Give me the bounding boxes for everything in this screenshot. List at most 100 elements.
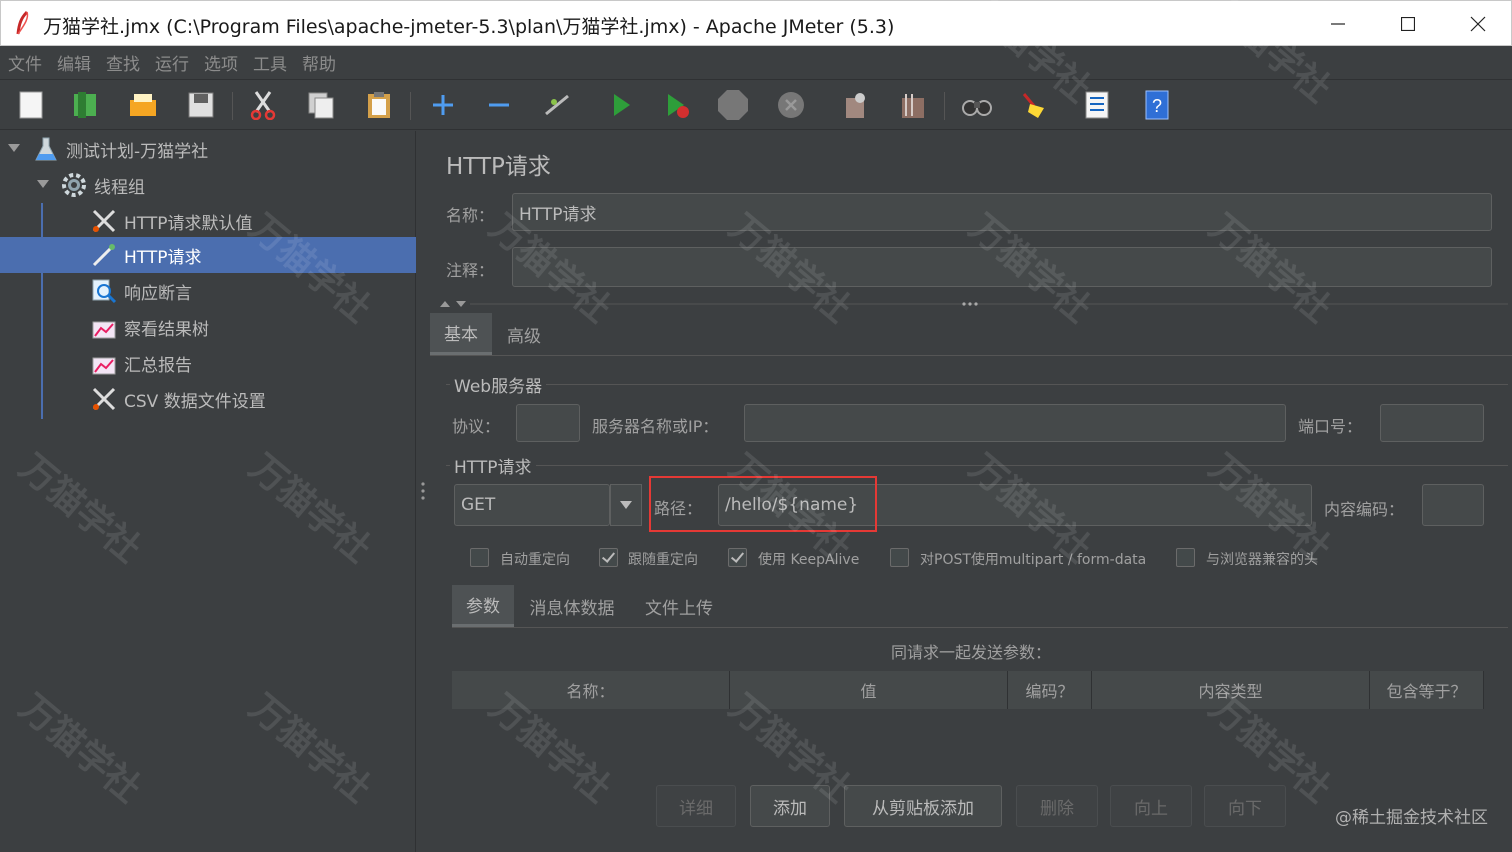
method-dropdown-button[interactable] — [610, 484, 642, 526]
menu-tools[interactable]: 工具 — [253, 50, 287, 75]
tree-item-summary-report[interactable]: 汇总报告 — [0, 345, 416, 381]
column-header-include-equals[interactable]: 包含等于？ — [1370, 671, 1484, 709]
title-bar: 万猫学社.jmx (C:\Program Files\apache-jmeter… — [0, 0, 1512, 46]
name-field[interactable]: HTTP请求 — [512, 193, 1492, 231]
start-no-pause-button[interactable] — [660, 88, 694, 122]
follow-redirect-checkbox[interactable] — [599, 548, 618, 567]
browser-headers-label: 与浏览器兼容的头 — [1206, 552, 1318, 568]
tree-item-csv-data-set[interactable]: CSV 数据文件设置 — [0, 381, 416, 417]
encoding-field[interactable] — [1422, 484, 1484, 526]
tab-body-data[interactable]: 消息体数据 — [520, 585, 624, 627]
minimize-button[interactable] — [1303, 1, 1373, 47]
tools-icon — [90, 207, 118, 235]
menu-help[interactable]: 帮助 — [302, 50, 336, 75]
chevron-down-icon — [620, 501, 632, 509]
tab-files-upload[interactable]: 文件上传 — [634, 585, 724, 627]
add-button[interactable]: 添加 — [750, 785, 830, 827]
port-field[interactable] — [1380, 404, 1484, 442]
new-icon — [19, 91, 43, 119]
reset-search-button[interactable] — [1016, 88, 1050, 122]
maximize-button[interactable] — [1373, 1, 1443, 47]
paste-icon — [368, 92, 390, 118]
menu-run[interactable]: 运行 — [155, 50, 189, 75]
tree-item-test-plan[interactable]: 测试计划-万猫学社 — [0, 131, 416, 167]
column-header-value[interactable]: 值 — [730, 671, 1008, 709]
close-button[interactable] — [1443, 1, 1512, 47]
keepalive-label: 使用 KeepAlive — [758, 552, 860, 568]
menu-edit[interactable]: 编辑 — [57, 50, 91, 75]
protocol-field[interactable] — [516, 404, 580, 442]
expand-button[interactable] — [426, 88, 460, 122]
comment-label: 注释： — [446, 261, 495, 280]
keepalive-checkbox[interactable] — [728, 548, 747, 567]
protocol-label: 协议： — [452, 417, 501, 436]
detail-button[interactable]: 详细 — [656, 785, 736, 827]
path-highlight-box — [649, 476, 877, 532]
flask-icon — [32, 135, 60, 163]
templates-button[interactable] — [68, 88, 102, 122]
tab-basic[interactable]: 基本 — [430, 313, 492, 355]
menu-file[interactable]: 文件 — [8, 50, 42, 75]
templates-icon — [74, 92, 96, 118]
move-up-button[interactable]: 向上 — [1110, 785, 1192, 827]
params-caption: 同请求一起发送参数： — [890, 643, 1051, 662]
web-server-group-title: Web服务器 — [450, 372, 547, 397]
function-helper-button[interactable] — [1080, 88, 1114, 122]
tab-advanced[interactable]: 高级 — [492, 313, 556, 355]
multipart-checkbox[interactable] — [890, 548, 909, 567]
credit-text: @稀土掘金技术社区 — [1335, 808, 1488, 828]
tree-item-http-request[interactable]: HTTP请求 — [0, 237, 416, 273]
tree-item-thread-group[interactable]: 线程组 — [0, 167, 416, 203]
column-header-name[interactable]: 名称： — [452, 671, 730, 709]
method-select[interactable]: GET — [454, 484, 610, 526]
help-button[interactable]: ? — [1140, 88, 1174, 122]
column-header-content-type[interactable]: 内容类型 — [1092, 671, 1370, 709]
tab-parameters[interactable]: 参数 — [452, 585, 514, 627]
menu-options[interactable]: 选项 — [204, 50, 238, 75]
menu-search[interactable]: 查找 — [106, 50, 140, 75]
clear-all-button[interactable] — [896, 88, 930, 122]
toggle-icon — [545, 94, 569, 116]
collapse-button[interactable] — [482, 88, 516, 122]
copy-icon — [308, 92, 334, 119]
page-title: HTTP请求 — [446, 154, 551, 180]
server-field[interactable] — [744, 404, 1286, 442]
toolbar: ? — [0, 80, 1512, 130]
splitter[interactable] — [416, 131, 430, 852]
minus-icon — [489, 103, 509, 107]
splitter-grip-icon — [421, 482, 425, 500]
tree-item-http-defaults[interactable]: HTTP请求默认值 — [0, 203, 416, 239]
add-from-clipboard-button[interactable]: 从剪贴板添加 — [844, 785, 1002, 827]
collapse-divider[interactable] — [438, 297, 1508, 311]
pipette-icon — [90, 241, 118, 269]
open-icon — [130, 94, 156, 116]
search-button[interactable] — [960, 88, 994, 122]
tree-item-response-assertion[interactable]: 响应断言 — [0, 273, 416, 309]
move-down-button[interactable]: 向下 — [1204, 785, 1286, 827]
toggle-button[interactable] — [540, 88, 574, 122]
delete-button[interactable]: 删除 — [1016, 785, 1098, 827]
shutdown-button[interactable] — [774, 88, 808, 122]
server-label: 服务器名称或IP： — [592, 417, 719, 436]
start-button[interactable] — [604, 88, 638, 122]
open-button[interactable] — [126, 88, 160, 122]
tree-item-view-results-tree[interactable]: 察看结果树 — [0, 309, 416, 345]
auto-redirect-checkbox[interactable] — [470, 548, 489, 567]
clear-button[interactable] — [838, 88, 872, 122]
new-button[interactable] — [14, 88, 48, 122]
close-icon — [1470, 16, 1486, 32]
copy-button[interactable] — [304, 88, 338, 122]
comment-field[interactable] — [512, 247, 1492, 287]
stop-button[interactable] — [716, 88, 750, 122]
menu-bar: 文件 编辑 查找 运行 选项 工具 帮助 — [0, 46, 1512, 80]
maximize-icon — [1401, 17, 1415, 31]
browser-headers-checkbox[interactable] — [1176, 548, 1195, 567]
column-header-encode[interactable]: 编码？ — [1008, 671, 1092, 709]
minimize-icon — [1331, 23, 1345, 25]
paste-button[interactable] — [362, 88, 396, 122]
start-icon — [614, 94, 630, 116]
help-icon: ? — [1145, 90, 1169, 120]
test-plan-tree[interactable]: 测试计划-万猫学社 线程组 HTTP请求默认值 HTTP请求 响应断言 察看结果… — [0, 131, 416, 852]
cut-button[interactable] — [246, 88, 280, 122]
save-button[interactable] — [184, 88, 218, 122]
